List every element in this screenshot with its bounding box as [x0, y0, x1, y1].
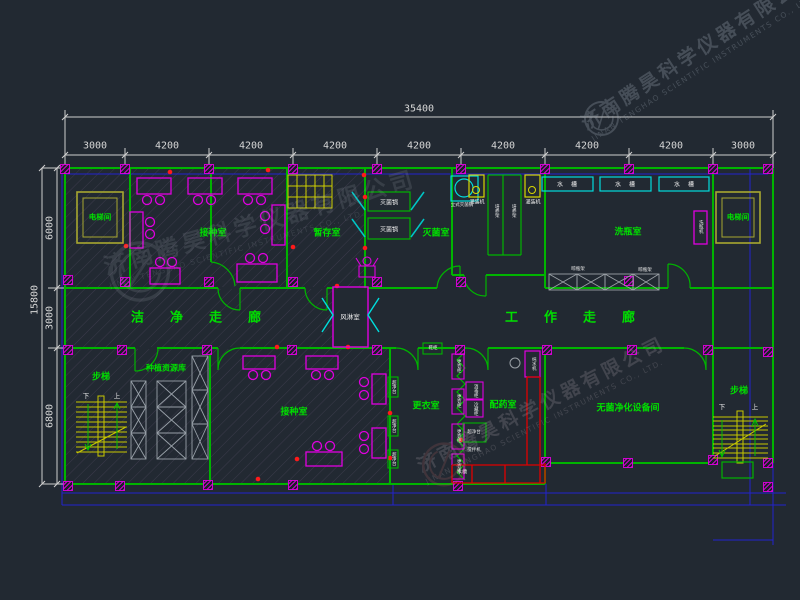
label-filling-machine-1: 灌装机	[469, 199, 484, 206]
room-seed-resource-bank: 种植资源库	[146, 363, 186, 374]
label-clean-bench-2: 超净台	[391, 419, 396, 433]
label-culture-rack-1: 培养架	[494, 204, 499, 218]
dim-overall-width: 35400	[404, 104, 434, 115]
dim-top-seg-8: 4200	[659, 141, 683, 152]
label-shoe-cabinet: 鞋柜	[429, 345, 438, 351]
room-work-corridor: 工作走廊	[479, 307, 661, 326]
label-sterilizer-pot-2: 灭菌锅	[380, 225, 398, 234]
dim-top-seg-9: 3000	[731, 141, 755, 152]
label-culture-rack-2: 培养架	[511, 204, 516, 218]
label-clean-bench-3: 超净台	[391, 452, 396, 466]
room-air-shower: 风淋室	[340, 311, 360, 321]
label-sink-2: 水槽	[607, 180, 643, 189]
label-refrigerator: 冷藏柜	[473, 402, 478, 416]
label-sink-1: 水槽	[549, 180, 585, 189]
room-temp-storage: 暂存室	[313, 226, 340, 239]
label-mixer: 搅拌机	[467, 447, 481, 453]
dim-top-seg-4: 4200	[323, 141, 347, 152]
room-changing: 更衣室	[412, 399, 439, 412]
room-stairs-right: 步梯	[730, 384, 748, 397]
label-pure-water: 纯水机	[531, 357, 536, 371]
label-drying-rack-2: 晾瓶架	[638, 267, 652, 273]
floor-hatching	[66, 169, 389, 483]
label-sink-3: 水槽	[666, 180, 702, 189]
dim-top-seg-7: 4200	[575, 141, 599, 152]
label-clean-bench-4: 超净台	[467, 429, 481, 435]
dim-top-seg-1: 3000	[83, 141, 107, 152]
stair-right-down: 下	[719, 401, 726, 411]
label-wardrobe-3: 更衣柜	[456, 429, 461, 443]
stair-left-up: 上	[114, 390, 121, 400]
stair-right-up: 上	[752, 401, 759, 411]
stair-left-down: 下	[83, 390, 90, 400]
label-clean-bench-1: 超净台	[391, 380, 396, 394]
room-elevator-left: 电梯间	[89, 212, 112, 223]
dim-top-seg-2: 4200	[155, 141, 179, 152]
label-wardrobe-1: 更衣柜	[456, 359, 461, 373]
label-filling-machine-2: 灌装机	[525, 199, 540, 206]
room-dispensing: 配药室	[489, 398, 516, 411]
label-sterilizer-pot-1: 灭菌锅	[380, 198, 398, 207]
room-clean-corridor: 洁净走廊	[105, 307, 287, 326]
dim-overall-height: 15800	[30, 285, 41, 315]
label-bottle-washer: 洗瓶机	[698, 220, 703, 234]
dim-left-seg-3: 6800	[45, 404, 56, 428]
room-elevator-right: 电梯间	[727, 212, 750, 223]
dim-left-seg-1: 6000	[45, 216, 56, 240]
floor-plan-canvas: 35400 3000 4200 4200 4200 4200 4200 4200…	[0, 0, 800, 600]
room-sterilization: 灭菌室	[422, 226, 449, 239]
room-inoculation-bottom: 接种室	[280, 405, 307, 418]
dim-top-seg-6: 4200	[491, 141, 515, 152]
room-sterile-equipment: 无菌净化设备间	[596, 401, 659, 414]
plan-drawing	[0, 0, 800, 600]
staircase-right	[713, 411, 768, 478]
room-inoculation-top: 接种室	[199, 226, 226, 239]
label-disinfection-cabinet: 消毒柜	[473, 384, 478, 398]
room-stairs-left: 步梯	[92, 370, 110, 383]
room-bottle-washing: 洗瓶室	[614, 225, 641, 238]
dim-left-seg-2: 3000	[45, 306, 56, 330]
label-wardrobe-2: 更衣柜	[456, 394, 461, 408]
label-drying-rack-1: 晾瓶架	[571, 266, 585, 272]
dim-top-seg-5: 4200	[407, 141, 431, 152]
label-wardrobe-4: 更衣柜	[456, 459, 461, 473]
dim-top-seg-3: 4200	[239, 141, 263, 152]
